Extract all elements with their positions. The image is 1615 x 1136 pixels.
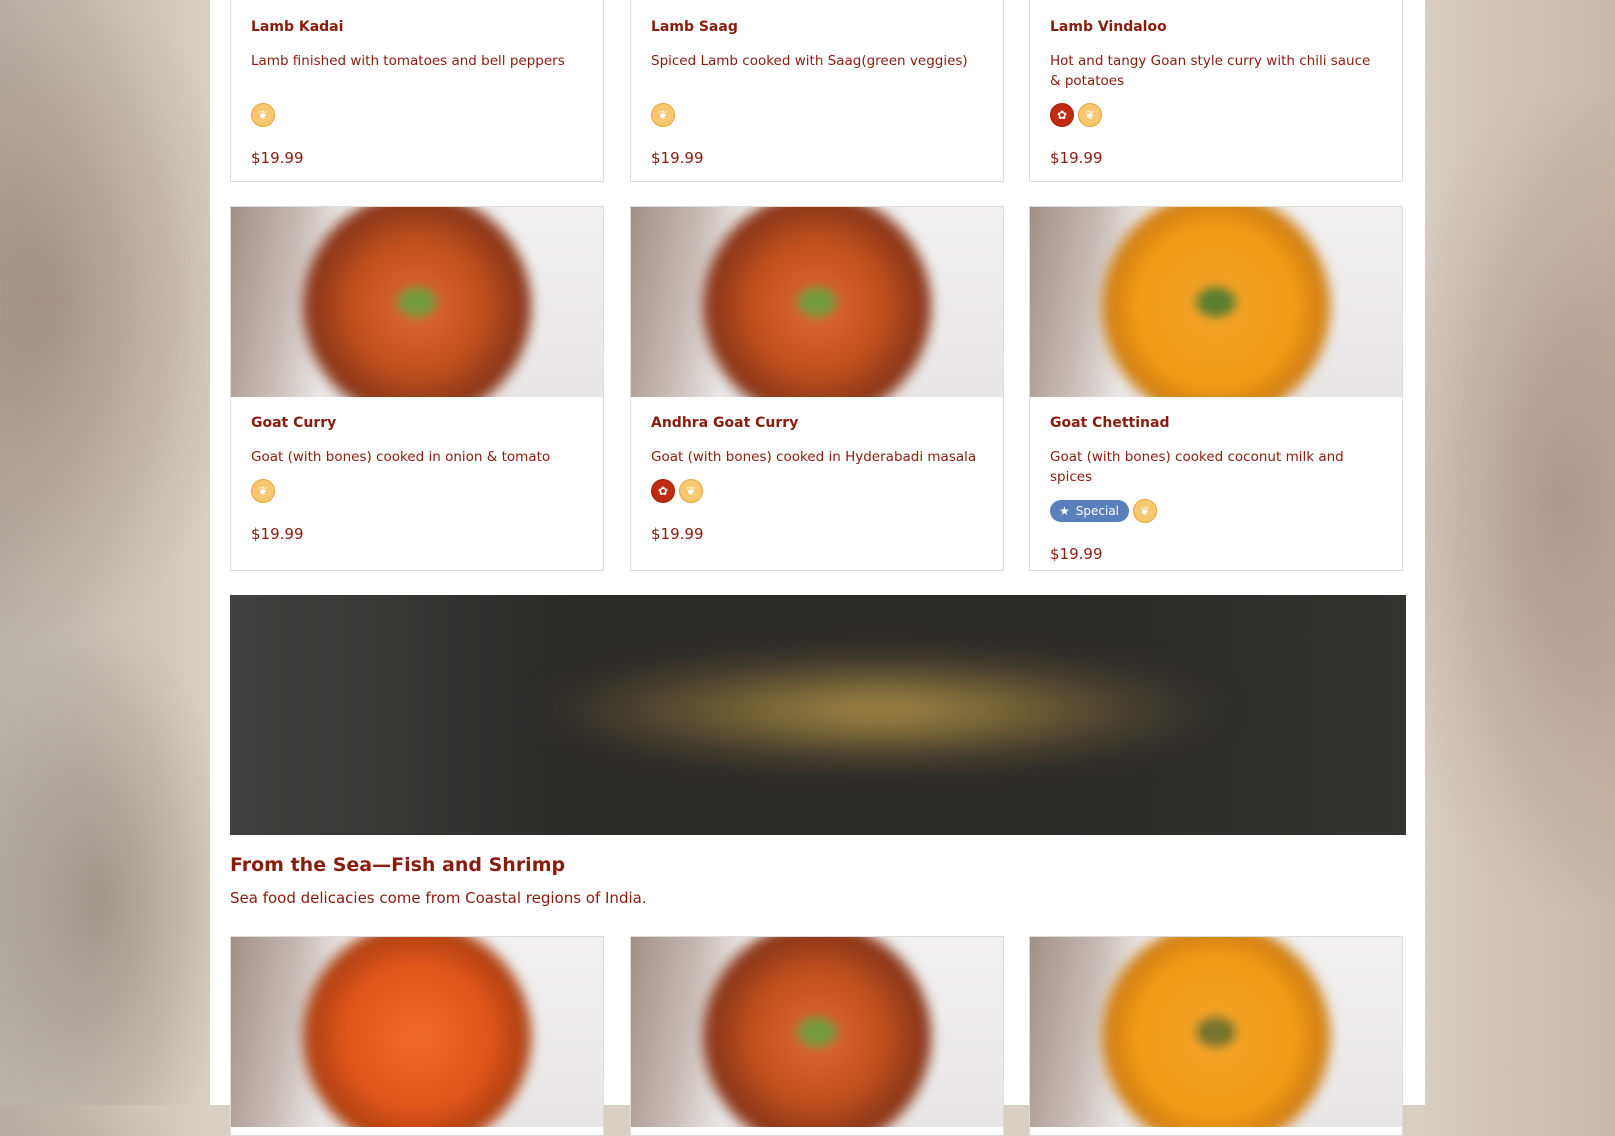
menu-item-card[interactable] xyxy=(230,936,604,1136)
item-description: Goat (with bones) cooked in Hyderabadi m… xyxy=(651,449,977,465)
item-price: $19.99 xyxy=(251,149,304,167)
item-name: Goat Curry xyxy=(251,415,337,431)
menu-item-card[interactable]: Lamb Kadai Lamb finished with tomatoes a… xyxy=(230,0,604,182)
item-price: $19.99 xyxy=(651,525,704,543)
section-title: From the Sea—Fish and Shrimp xyxy=(230,854,566,876)
item-badges: ❦ xyxy=(651,103,983,127)
item-price: $19.99 xyxy=(1050,149,1103,167)
chili-icon: ✿ xyxy=(651,479,675,503)
menu-item-card[interactable] xyxy=(630,936,1004,1136)
menu-item-card[interactable]: Andhra Goat Curry Goat (with bones) cook… xyxy=(630,206,1004,571)
section-subtitle: Sea food delicacies come from Coastal re… xyxy=(230,889,647,907)
item-badges: ❦ xyxy=(251,479,583,503)
item-badges: ❦ xyxy=(251,103,583,127)
dish-photo xyxy=(231,207,603,397)
item-name: Lamb Saag xyxy=(651,19,738,35)
star-icon: ★ xyxy=(1059,504,1070,518)
dish-photo xyxy=(231,937,603,1127)
menu-item-card[interactable]: Goat Curry Goat (with bones) cooked in o… xyxy=(230,206,604,571)
item-price: $19.99 xyxy=(1050,545,1103,563)
dish-photo xyxy=(1030,937,1402,1127)
item-description: Hot and tangy Goan style curry with chil… xyxy=(1050,53,1371,89)
gluten-free-icon: ❦ xyxy=(251,103,275,127)
special-label: Special xyxy=(1075,504,1120,518)
dish-photo xyxy=(1030,207,1402,397)
section-banner-image xyxy=(230,595,1406,835)
item-description: Goat (with bones) cooked in onion & toma… xyxy=(251,449,551,465)
chili-icon: ✿ xyxy=(1050,103,1074,127)
item-description: Spiced Lamb cooked with Saag(green veggi… xyxy=(651,53,968,69)
dish-photo xyxy=(631,937,1003,1127)
gluten-free-icon: ❦ xyxy=(251,479,275,503)
item-description: Goat (with bones) cooked coconut milk an… xyxy=(1050,449,1344,485)
menu-item-card[interactable]: Lamb Saag Spiced Lamb cooked with Saag(g… xyxy=(630,0,1004,182)
gluten-free-icon: ❦ xyxy=(679,479,703,503)
item-name: Andhra Goat Curry xyxy=(651,415,799,431)
menu-item-card[interactable]: Lamb Vindaloo Hot and tangy Goan style c… xyxy=(1029,0,1403,182)
dish-photo xyxy=(631,207,1003,397)
item-name: Lamb Kadai xyxy=(251,19,344,35)
gluten-free-icon: ❦ xyxy=(651,103,675,127)
item-badges: ✿ ❦ xyxy=(1050,103,1382,127)
item-badges: ✿ ❦ xyxy=(651,479,983,503)
item-price: $19.99 xyxy=(651,149,704,167)
item-badges: ★ Special ❦ xyxy=(1050,499,1382,523)
gluten-free-icon: ❦ xyxy=(1078,103,1102,127)
gluten-free-icon: ❦ xyxy=(1133,499,1158,523)
special-badge: ★ Special xyxy=(1050,500,1130,522)
menu-page: Lamb Kadai Lamb finished with tomatoes a… xyxy=(210,0,1425,1136)
menu-item-card[interactable]: Goat Chettinad Goat (with bones) cooked … xyxy=(1029,206,1403,571)
item-name: Lamb Vindaloo xyxy=(1050,19,1167,35)
item-name: Goat Chettinad xyxy=(1050,415,1170,431)
item-price: $19.99 xyxy=(251,525,304,543)
menu-item-card[interactable] xyxy=(1029,936,1403,1136)
item-description: Lamb finished with tomatoes and bell pep… xyxy=(251,53,565,69)
